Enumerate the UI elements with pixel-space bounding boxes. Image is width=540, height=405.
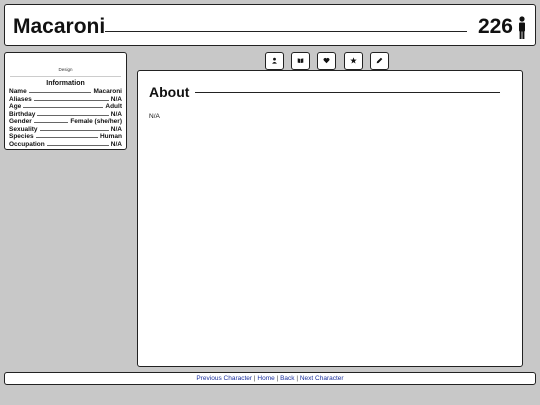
header-bar: Macaroni 226 (4, 4, 536, 46)
info-label: Age (9, 103, 24, 111)
tab-profile[interactable] (265, 52, 284, 70)
info-value: N/A (108, 110, 122, 118)
information-heading: Information (46, 80, 85, 87)
about-text: N/A (149, 113, 160, 120)
info-row-sexuality: Sexuality N/A (9, 125, 122, 133)
info-sidebar: Design Information Name Macaroni Aliases N… (4, 52, 127, 150)
tab-edit[interactable] (370, 52, 389, 70)
info-value: Human (97, 133, 122, 141)
info-label: Aliases (9, 95, 34, 103)
info-row-age: Age Adult (9, 103, 122, 111)
heart-icon (323, 57, 329, 64)
design-label: Design (58, 67, 73, 72)
character-number: 226 (477, 15, 513, 38)
info-row-occupation: Occupation N/A (9, 140, 122, 148)
info-row-species: Species Human (9, 133, 122, 141)
star-icon (349, 57, 357, 64)
previous-character-link[interactable]: Previous Character (196, 375, 252, 382)
tab-story[interactable] (291, 52, 310, 70)
link-separator: | (253, 375, 256, 382)
footer-nav: Previous Character | Home | Back | Next … (4, 372, 536, 385)
next-character-link[interactable]: Next Character (300, 375, 344, 382)
information-list: Name Macaroni Aliases N/A Age Adult Birthda… (9, 88, 122, 148)
user-icon (271, 57, 277, 64)
link-separator: | (276, 375, 279, 382)
info-value: N/A (108, 140, 122, 148)
tab-favorites[interactable] (344, 52, 363, 70)
info-row-name: Name Macaroni (9, 88, 122, 96)
about-panel: About N/A (137, 70, 523, 367)
pencil-icon (376, 57, 382, 64)
section-divider (195, 92, 500, 93)
person-icon (519, 16, 525, 39)
info-row-birthday: Birthday N/A (9, 110, 122, 118)
info-label: Sexuality (9, 125, 40, 133)
link-separator: | (296, 375, 299, 382)
info-label: Gender (9, 118, 34, 126)
character-name: Macaroni (13, 15, 106, 38)
info-value: N/A (108, 95, 122, 103)
info-row-gender: Gender Female (she/her) (9, 118, 122, 126)
info-row-aliases: Aliases N/A (9, 95, 122, 103)
info-value: Female (she/her) (68, 118, 122, 126)
info-label: Species (9, 133, 36, 141)
section-title: About (149, 84, 190, 100)
back-link[interactable]: Back (280, 375, 294, 382)
info-label: Birthday (9, 110, 38, 118)
home-link[interactable]: Home (257, 375, 274, 382)
info-value: Macaroni (91, 88, 122, 96)
info-value: N/A (108, 125, 122, 133)
sidebar-divider (10, 76, 121, 77)
book-icon (297, 58, 303, 64)
tab-relationships[interactable] (317, 52, 336, 70)
info-value: Adult (103, 103, 122, 111)
info-label: Occupation (9, 140, 47, 148)
header-divider (105, 31, 467, 32)
info-label: Name (9, 88, 29, 96)
